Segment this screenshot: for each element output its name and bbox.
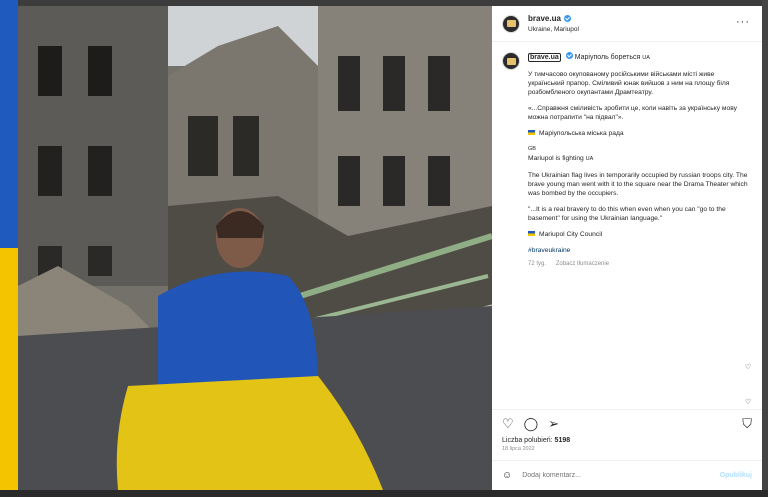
post-header: brave.ua Ukraine, Mariupol ··· xyxy=(492,6,762,42)
ua-flag-icon xyxy=(528,130,535,135)
caption-meta: 72 tyg. Zobacz tłumaczenie xyxy=(528,261,752,267)
ua-flag-mark: UA xyxy=(642,55,650,61)
post-age: 72 tyg. xyxy=(528,261,547,267)
share-icon[interactable]: ➢ xyxy=(548,417,559,430)
avatar[interactable] xyxy=(502,14,520,33)
gb-mark: GB xyxy=(528,146,536,152)
uk-paragraph-1: У тимчасово окупованому російськими війс… xyxy=(528,71,730,96)
post-actions: ♡ ◯ ➢ ⛉ xyxy=(492,409,762,437)
location-link[interactable]: Ukraine, Mariupol xyxy=(528,24,579,35)
hashtag-link[interactable]: #braveukraine xyxy=(528,246,750,255)
bottom-edge xyxy=(0,490,768,497)
likes-row: Liczba polubień: 5198 xyxy=(492,437,762,444)
verified-badge-icon xyxy=(565,52,573,59)
post-side-panel: brave.ua Ukraine, Mariupol ··· brave.ua … xyxy=(492,6,762,490)
en-paragraph-1: The Ukrainian flag lives in temporarily … xyxy=(528,172,748,197)
en-paragraph-2: "...It is a real bravery to do this when… xyxy=(528,206,726,222)
uk-source: Маріупольська міська рада xyxy=(539,130,624,137)
bookmark-icon[interactable]: ⛉ xyxy=(742,417,752,430)
en-headline: Mariupol is fighting xyxy=(528,155,584,162)
publish-button[interactable]: Opublikuj xyxy=(720,472,752,479)
heart-icon[interactable]: ♡ xyxy=(745,399,752,406)
caption-username-link[interactable]: brave.ua xyxy=(528,53,561,62)
heart-icon[interactable]: ♡ xyxy=(745,364,752,371)
post-date: 18 lipca 2022 xyxy=(502,446,535,452)
ua-flag-mark-2: UA xyxy=(585,156,594,162)
ua-flag-icon-2 xyxy=(528,231,535,236)
likes-label: Liczba polubień: xyxy=(502,437,553,444)
translate-link[interactable]: Zobacz tłumaczenie xyxy=(556,261,609,267)
emoji-icon[interactable]: ☺ xyxy=(502,470,512,481)
username-row: brave.ua xyxy=(528,13,579,24)
verified-badge-icon xyxy=(563,14,571,22)
right-edge xyxy=(762,0,768,497)
flag-strip-blue xyxy=(0,0,18,248)
post-photo[interactable] xyxy=(18,6,492,490)
comment-icon[interactable]: ◯ xyxy=(524,417,539,430)
comment-input[interactable] xyxy=(522,472,720,479)
ruined-building-photo xyxy=(18,6,492,490)
comment-box: ☺ Opublikuj xyxy=(492,460,762,490)
flag-strip-yellow xyxy=(0,248,18,497)
more-options-icon[interactable]: ··· xyxy=(736,17,750,28)
post-comments-area: brave.ua Маріуполь бореться UA У тимчасо… xyxy=(492,42,762,409)
en-source: Mariupol City Council xyxy=(539,231,603,238)
caption-headline: Маріуполь бореться xyxy=(574,54,641,61)
likes-count[interactable]: 5198 xyxy=(555,437,571,444)
uk-paragraph-2: «...Справжня сміливість зробити це, коли… xyxy=(528,105,738,121)
heart-icon[interactable]: ♡ xyxy=(502,417,514,430)
username-link[interactable]: brave.ua xyxy=(528,13,561,24)
post-caption: brave.ua Маріуполь бореться UA У тимчасо… xyxy=(528,52,750,255)
caption-avatar[interactable] xyxy=(502,52,520,70)
